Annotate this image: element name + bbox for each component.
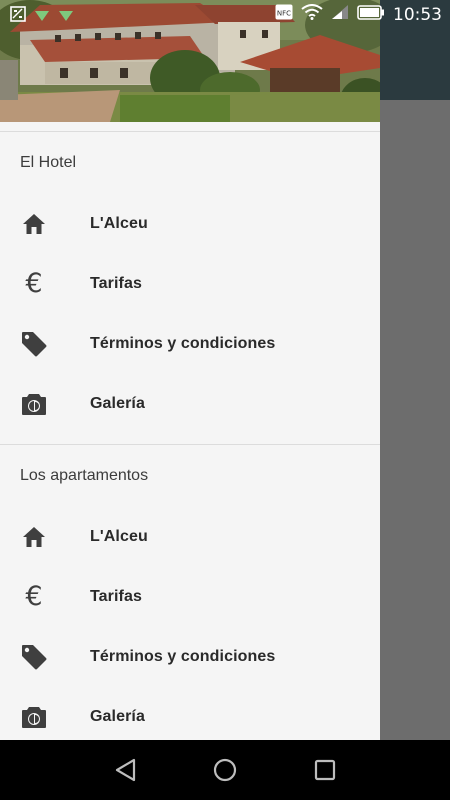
home-nav-icon[interactable] — [212, 757, 238, 783]
menu-item-apartamentos-alceu[interactable]: L'Alceu — [0, 507, 380, 567]
menu-item-hotel-alceu[interactable]: L'Alceu — [0, 194, 380, 254]
navigation-drawer: El Hotel L'Alceu € Tarifas Términos y co… — [0, 0, 380, 740]
home-icon — [21, 211, 47, 237]
back-icon[interactable] — [113, 757, 139, 783]
euro-icon: € — [25, 581, 43, 612]
recents-icon[interactable] — [312, 757, 338, 783]
wifi-icon — [301, 4, 323, 25]
nfc-icon: NFC — [275, 4, 293, 25]
status-time: 10:53 — [393, 4, 442, 25]
menu-item-label: Galería — [90, 708, 145, 725]
menu-item-hotel-terminos[interactable]: Términos y condiciones — [0, 314, 380, 374]
menu-item-apartamentos-tarifas[interactable]: € Tarifas — [0, 567, 380, 627]
menu-item-label: L'Alceu — [90, 215, 148, 232]
nfc-label: NFC — [277, 10, 291, 18]
download-icon — [34, 7, 50, 27]
download-icon — [58, 7, 74, 27]
menu-item-label: Términos y condiciones — [90, 335, 276, 352]
camera-icon — [21, 391, 47, 417]
status-bar: NFC 10:53 — [0, 0, 450, 32]
menu-item-label: Términos y condiciones — [90, 648, 276, 665]
menu-item-apartamentos-terminos[interactable]: Términos y condiciones — [0, 627, 380, 687]
menu-item-apartamentos-galeria[interactable]: Galería — [0, 687, 380, 740]
menu-item-label: L'Alceu — [90, 528, 148, 545]
tag-icon — [21, 331, 47, 357]
battery-icon — [357, 4, 385, 25]
euro-icon: € — [25, 268, 43, 299]
status-bar-right: NFC 10:53 — [275, 4, 442, 25]
screenshot-icon — [10, 6, 26, 27]
drawer-menu: El Hotel L'Alceu € Tarifas Términos y co… — [0, 131, 380, 740]
section-title-hotel: El Hotel — [20, 154, 77, 171]
status-bar-left — [10, 6, 74, 27]
home-icon — [21, 524, 47, 550]
system-navigation-bar — [0, 740, 450, 800]
menu-item-hotel-galeria[interactable]: Galería — [0, 374, 380, 434]
menu-item-label: Tarifas — [90, 275, 142, 292]
menu-item-label: Galería — [90, 395, 145, 412]
menu-item-hotel-tarifas[interactable]: € Tarifas — [0, 254, 380, 314]
camera-icon — [21, 704, 47, 730]
menu-item-label: Tarifas — [90, 588, 142, 605]
tag-icon — [21, 644, 47, 670]
section-title-apartamentos: Los apartamentos — [20, 467, 149, 484]
signal-icon — [331, 4, 349, 25]
